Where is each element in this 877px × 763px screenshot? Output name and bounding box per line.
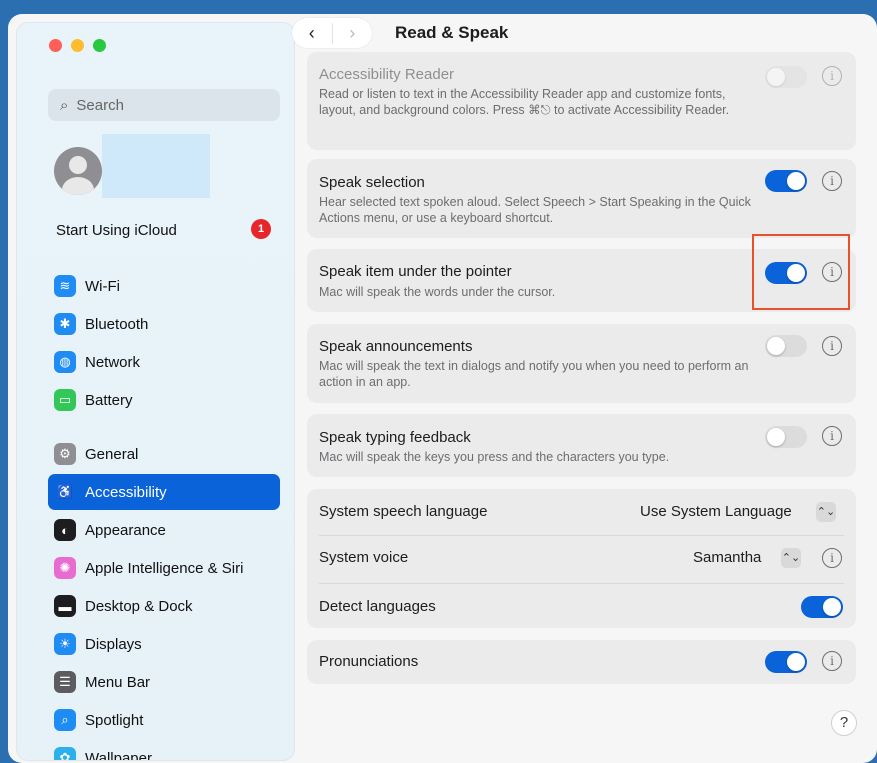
sidebar-item-desktop-dock[interactable]: ▬ Desktop & Dock [48, 588, 280, 624]
system-voice-stepper[interactable]: ⌃⌄ [781, 548, 801, 568]
announcements-title: Speak announcements [319, 338, 473, 355]
typing-toggle[interactable] [765, 426, 807, 448]
sidebar-item-label: Network [85, 353, 141, 371]
reader-toggle[interactable] [765, 66, 807, 88]
start-icloud-link[interactable]: Start Using iCloud [56, 222, 177, 239]
settings-window: ⌕ Search Start Using iCloud 1 ≋ Wi-Fi ✱ Blu… [8, 14, 877, 763]
sidebar-item-spotlight[interactable]: ⌕ Spotlight [48, 702, 280, 738]
sidebar-item-wi-fi[interactable]: ≋ Wi-Fi [48, 268, 280, 304]
sidebar-item-label: Wallpaper [85, 749, 152, 761]
speech-language-label: System speech language [319, 503, 488, 520]
battery-icon: ▭ [54, 389, 76, 411]
close-button[interactable] [49, 39, 62, 52]
sidebar-item-general[interactable]: ⚙ General [48, 436, 280, 472]
sidebar-item-battery[interactable]: ▭ Battery [48, 382, 280, 418]
typing-desc: Mac will speak the keys you press and th… [319, 450, 670, 464]
sidebar-item-wallpaper[interactable]: ✿ Wallpaper [48, 740, 280, 761]
language-card: System speech language Use System Langua… [307, 489, 856, 628]
history-nav: ‹ › [292, 18, 372, 48]
divider [319, 535, 844, 536]
displays-icon: ☀ [54, 633, 76, 655]
wallpaper-icon: ✿ [54, 747, 76, 760]
detect-languages-toggle[interactable] [801, 596, 843, 618]
reader-card: Accessibility Reader Read or listen to t… [307, 52, 856, 150]
sidebar-item-label: Desktop & Dock [85, 597, 193, 615]
minimize-button[interactable] [71, 39, 84, 52]
info-icon[interactable]: i [822, 336, 842, 356]
sidebar-item-menu-bar[interactable]: ☰ Menu Bar [48, 664, 280, 700]
system-voice-label: System voice [319, 549, 409, 566]
sidebar-item-label: Accessibility [85, 483, 167, 501]
speak-selection-card: Speak selection Hear selected text spoke… [307, 159, 856, 238]
typing-title: Speak typing feedback [319, 429, 471, 446]
page-title: Read & Speak [395, 23, 509, 42]
sidebar-item-network[interactable]: ◍ Network [48, 344, 280, 380]
bluetooth-icon: ✱ [54, 313, 76, 335]
search-placeholder: Search [76, 96, 124, 114]
forward-button[interactable]: › [331, 22, 373, 44]
reader-desc: Read or listen to text in the Accessibil… [319, 87, 730, 117]
avatar[interactable] [54, 147, 102, 195]
announcements-desc: Mac will speak the text in dialogs and n… [319, 359, 749, 389]
search-icon: ⌕ [60, 96, 69, 114]
pronunciations-card: Pronunciations i [307, 640, 856, 684]
notification-badge: 1 [251, 219, 271, 239]
speak-selection-toggle[interactable] [765, 170, 807, 192]
announcements-card: Speak announcements Mac will speak the t… [307, 324, 856, 403]
divider [319, 583, 844, 584]
pronunciations-label: Pronunciations [319, 653, 419, 670]
sidebar-item-label: General [85, 445, 139, 463]
menubar-icon: ☰ [54, 671, 76, 693]
detect-languages-label: Detect languages [319, 598, 436, 615]
gear-icon: ⚙ [54, 443, 76, 465]
zoom-button[interactable] [93, 39, 106, 52]
speak-pointer-desc: Mac will speak the words under the curso… [319, 285, 556, 299]
info-icon[interactable]: i [822, 548, 842, 568]
speech-language-stepper[interactable]: ⌃⌄ [816, 502, 836, 522]
sidebar-item-label: Spotlight [85, 711, 144, 729]
speak-selection-desc: Hear selected text spoken aloud. Select … [319, 195, 751, 225]
info-icon[interactable]: i [822, 426, 842, 446]
highlight-box [752, 234, 850, 310]
accessibility-icon: ♿ [54, 481, 76, 503]
window-controls [49, 39, 106, 52]
sidebar-item-label: Appearance [85, 521, 166, 539]
spotlight-icon: ⌕ [54, 709, 76, 731]
siri-icon: ✺ [54, 557, 76, 579]
typing-card: Speak typing feedback Mac will speak the… [307, 414, 856, 477]
info-icon[interactable]: i [822, 171, 842, 191]
speak-selection-title: Speak selection [319, 174, 425, 191]
sidebar-item-bluetooth[interactable]: ✱ Bluetooth [48, 306, 280, 342]
sidebar-item-appearance[interactable]: ◐ Appearance [48, 512, 280, 548]
speak-pointer-title: Speak item under the pointer [319, 263, 512, 280]
back-button[interactable]: ‹ [292, 23, 332, 44]
sidebar-item-label: Battery [85, 391, 133, 409]
sidebar: ⌕ Search Start Using iCloud 1 ≋ Wi-Fi ✱ Blu… [16, 22, 295, 761]
sidebar-item-displays[interactable]: ☀ Displays [48, 626, 280, 662]
sidebar-item-label: Displays [85, 635, 142, 653]
sidebar-item-label: Wi-Fi [85, 277, 120, 295]
sidebar-item-accessibility[interactable]: ♿ Accessibility [48, 474, 280, 510]
info-icon[interactable]: i [822, 651, 842, 671]
system-voice-value[interactable]: Samantha [693, 549, 761, 566]
sidebar-item-label: Menu Bar [85, 673, 151, 691]
announcements-toggle[interactable] [765, 335, 807, 357]
pronunciations-toggle[interactable] [765, 651, 807, 673]
speech-language-value[interactable]: Use System Language [640, 503, 792, 520]
sidebar-item-label: Apple Intelligence & Siri [85, 559, 244, 577]
sidebar-item-label: Bluetooth [85, 315, 149, 333]
globe-icon: ◍ [54, 351, 76, 373]
wifi-icon: ≋ [54, 275, 76, 297]
reader-title: Accessibility Reader [319, 66, 455, 83]
help-button[interactable]: ? [831, 710, 857, 736]
sidebar-item-apple-intelligence-siri[interactable]: ✺ Apple Intelligence & Siri [48, 550, 280, 586]
dock-icon: ▬ [54, 595, 76, 617]
appearance-icon: ◐ [54, 519, 76, 541]
search-input[interactable]: ⌕ Search [48, 89, 280, 121]
info-icon[interactable]: i [822, 66, 842, 86]
account-name-redacted [102, 134, 210, 198]
